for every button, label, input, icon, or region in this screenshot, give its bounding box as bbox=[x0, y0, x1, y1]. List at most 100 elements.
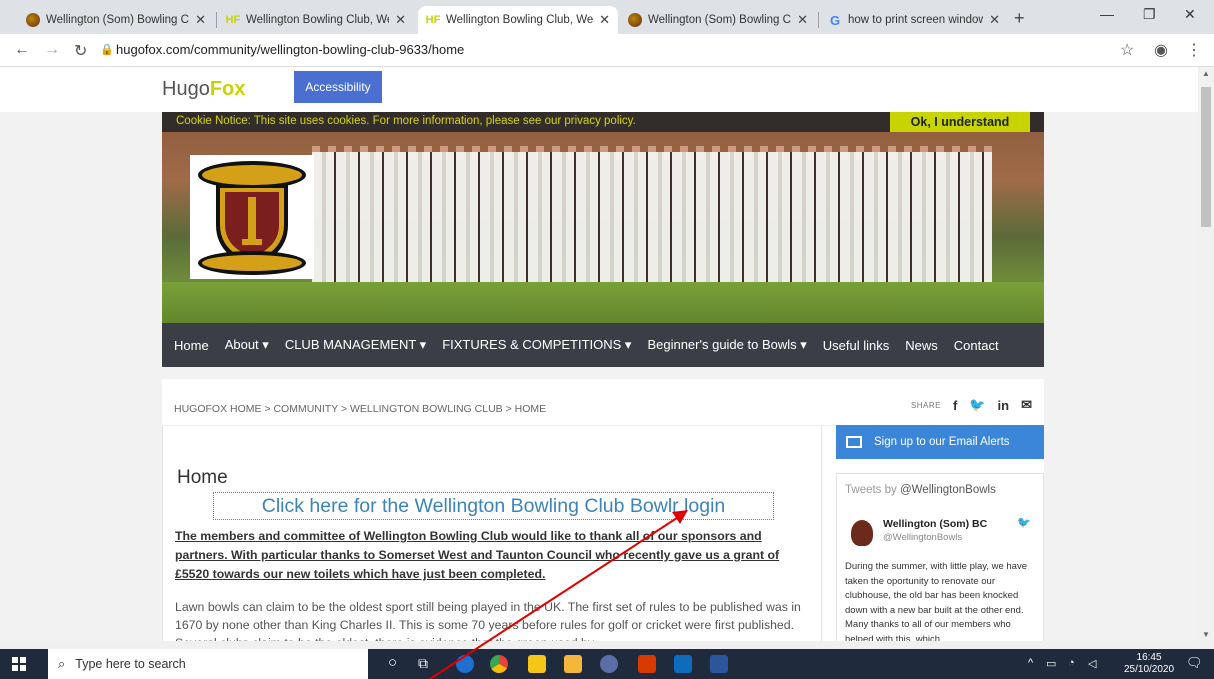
banner-crowd bbox=[312, 152, 992, 292]
forward-icon[interactable]: → bbox=[44, 41, 60, 59]
page-scrollbar[interactable]: ▲ ▼ bbox=[1198, 67, 1214, 641]
search-icon: ⌕ bbox=[58, 656, 66, 671]
restore-button[interactable]: ❐ bbox=[1143, 6, 1156, 23]
nav-club-management[interactable]: CLUB MANAGEMENT ▾ bbox=[285, 337, 426, 353]
url-field[interactable]: hugofox.com/community/wellington-bowling… bbox=[116, 42, 464, 57]
nav-beginners-guide[interactable]: Beginner's guide to Bowls ▾ bbox=[647, 337, 806, 353]
tab-title: how to print screen windows bbox=[848, 14, 984, 26]
tab-0[interactable]: Wellington (Som) Bowling Clu ✕ bbox=[18, 6, 214, 34]
main-column: Home Click here for the Wellington Bowli… bbox=[162, 426, 822, 641]
minimize-button[interactable]: — bbox=[1100, 6, 1114, 22]
tab-title: Wellington Bowling Club, Well bbox=[446, 14, 594, 26]
tab-1[interactable]: HF Wellington Bowling Club, Well ✕ bbox=[218, 6, 414, 34]
close-window-button[interactable]: ✕ bbox=[1184, 6, 1196, 23]
tab-divider bbox=[216, 12, 217, 28]
email-alerts-button[interactable]: Sign up to our Email Alerts bbox=[836, 425, 1044, 459]
cookie-text[interactable]: Cookie Notice: This site uses cookies. F… bbox=[176, 115, 636, 127]
twitter-widget: Tweets by @WellingtonBowls Wellington (S… bbox=[836, 473, 1044, 641]
scroll-down-icon[interactable]: ▼ bbox=[1202, 630, 1210, 639]
tab-3[interactable]: Wellington (Som) Bowling Clu ✕ bbox=[620, 6, 816, 34]
word-icon[interactable] bbox=[710, 655, 728, 673]
tab-title: Wellington (Som) Bowling Clu bbox=[648, 14, 792, 26]
task-view-icon[interactable]: ⧉ bbox=[418, 655, 428, 672]
scroll-up-icon[interactable]: ▲ bbox=[1202, 69, 1210, 78]
avatar[interactable] bbox=[851, 520, 873, 546]
share-label: SHARE bbox=[910, 400, 941, 410]
nav-contact[interactable]: Contact bbox=[954, 338, 999, 353]
windows-start-icon[interactable] bbox=[12, 657, 26, 671]
page-title: Home bbox=[177, 467, 228, 488]
tweet-author-handle[interactable]: @WellingtonBowls bbox=[883, 532, 962, 543]
app-m-icon[interactable] bbox=[600, 655, 618, 673]
hugofox-logo[interactable]: HugoFox bbox=[162, 78, 245, 101]
hf-icon: HF bbox=[225, 14, 241, 26]
close-icon[interactable]: ✕ bbox=[195, 12, 206, 28]
tray-chevron-icon[interactable]: ^ bbox=[1028, 657, 1033, 669]
logo-suffix: Fox bbox=[209, 78, 246, 100]
google-icon: G bbox=[829, 12, 841, 28]
email-icon[interactable]: ✉ bbox=[1021, 397, 1032, 413]
outlook-icon[interactable] bbox=[674, 655, 692, 673]
back-icon[interactable]: ← bbox=[14, 41, 30, 59]
intro-paragraph: Lawn bowls can claim to be the oldest sp… bbox=[175, 600, 801, 641]
web-page: HugoFox Accessibility Cookie Notice: Thi… bbox=[0, 67, 1198, 641]
logo-prefix: Hugo bbox=[162, 78, 210, 100]
edge-icon[interactable] bbox=[456, 655, 474, 673]
notification-icon[interactable]: 🗨 bbox=[1186, 655, 1203, 671]
taskbar-search[interactable]: ⌕ Type here to search bbox=[48, 649, 368, 679]
clock-date: 25/10/2020 bbox=[1124, 664, 1175, 675]
cortana-icon[interactable]: ○ bbox=[388, 654, 397, 671]
office-icon[interactable] bbox=[638, 655, 656, 673]
scrollbar-thumb[interactable] bbox=[1201, 87, 1211, 227]
tweet-author-name[interactable]: Wellington (Som) BC bbox=[883, 518, 987, 530]
wifi-icon[interactable]: ◔ bbox=[1068, 657, 1075, 669]
address-bar: ← → ↻ 🔒 hugofox.com/community/wellington… bbox=[0, 34, 1214, 67]
volume-icon[interactable]: ◁ bbox=[1088, 657, 1096, 670]
tweets-header: Tweets by @WellingtonBowls bbox=[845, 484, 996, 496]
club-crest-logo bbox=[190, 155, 314, 279]
windows-taskbar: ⌕ Type here to search ○ ⧉ ^ ▭ ◔ ◁ 16:45 … bbox=[0, 649, 1214, 679]
tab-2-active[interactable]: HF Wellington Bowling Club, Well ✕ bbox=[418, 6, 618, 34]
new-tab-button[interactable]: + bbox=[1014, 8, 1025, 29]
breadcrumb[interactable]: HUGOFOX HOME > COMMUNITY > WELLINGTON BO… bbox=[174, 403, 546, 415]
twitter-icon[interactable]: 🐦 bbox=[969, 397, 985, 413]
close-icon[interactable]: ✕ bbox=[395, 12, 406, 28]
bowling-club-icon bbox=[628, 13, 642, 27]
linkedin-icon[interactable]: in bbox=[998, 398, 1010, 413]
close-icon[interactable]: ✕ bbox=[989, 12, 1000, 28]
tweets-handle-link[interactable]: @WellingtonBowls bbox=[900, 484, 996, 496]
file-explorer-icon[interactable] bbox=[564, 655, 582, 673]
facebook-icon[interactable]: f bbox=[953, 398, 957, 413]
bowlr-login-link[interactable]: Click here for the Wellington Bowling Cl… bbox=[213, 492, 774, 520]
envelope-icon bbox=[846, 436, 862, 448]
nav-fixtures-competitions[interactable]: FIXTURES & COMPETITIONS ▾ bbox=[442, 337, 631, 353]
tab-title: Wellington Bowling Club, Well bbox=[246, 14, 390, 26]
close-icon[interactable]: ✕ bbox=[599, 12, 610, 28]
battery-icon[interactable]: ▭ bbox=[1046, 657, 1056, 670]
profile-icon[interactable]: ◉ bbox=[1154, 40, 1168, 60]
content-area: HUGOFOX HOME > COMMUNITY > WELLINGTON BO… bbox=[162, 379, 1044, 641]
nav-useful-links[interactable]: Useful links bbox=[823, 338, 889, 353]
menu-dots-icon[interactable]: ⋮ bbox=[1186, 40, 1202, 60]
cookie-ok-button[interactable]: Ok, I understand bbox=[890, 112, 1030, 132]
close-icon[interactable]: ✕ bbox=[797, 12, 808, 28]
main-navigation: Home About ▾ CLUB MANAGEMENT ▾ FIXTURES … bbox=[162, 323, 1044, 367]
nav-home[interactable]: Home bbox=[174, 338, 209, 353]
reload-icon[interactable]: ↻ bbox=[74, 41, 87, 61]
bookmark-star-icon[interactable]: ☆ bbox=[1120, 40, 1134, 60]
nav-news[interactable]: News bbox=[905, 338, 938, 353]
search-placeholder: Type here to search bbox=[75, 657, 186, 671]
taskbar-clock[interactable]: 16:45 25/10/2020 bbox=[1124, 652, 1174, 676]
share-bar: SHARE f 🐦 in ✉ bbox=[911, 397, 1032, 413]
hf-icon: HF bbox=[425, 14, 441, 26]
tab-title: Wellington (Som) Bowling Clu bbox=[46, 14, 190, 26]
signup-label: Sign up to our Email Alerts bbox=[874, 436, 1010, 448]
nav-about[interactable]: About ▾ bbox=[225, 337, 269, 353]
chrome-icon[interactable] bbox=[490, 655, 508, 673]
store-icon[interactable] bbox=[528, 655, 546, 673]
tweet-text: During the summer, with little play, we … bbox=[845, 561, 1027, 641]
browser-tab-bar: Wellington (Som) Bowling Clu ✕ HF Wellin… bbox=[0, 0, 1214, 34]
tab-4[interactable]: G how to print screen windows ✕ bbox=[820, 6, 1008, 34]
accessibility-button[interactable]: Accessibility bbox=[294, 71, 382, 103]
bowling-club-icon bbox=[26, 13, 40, 27]
